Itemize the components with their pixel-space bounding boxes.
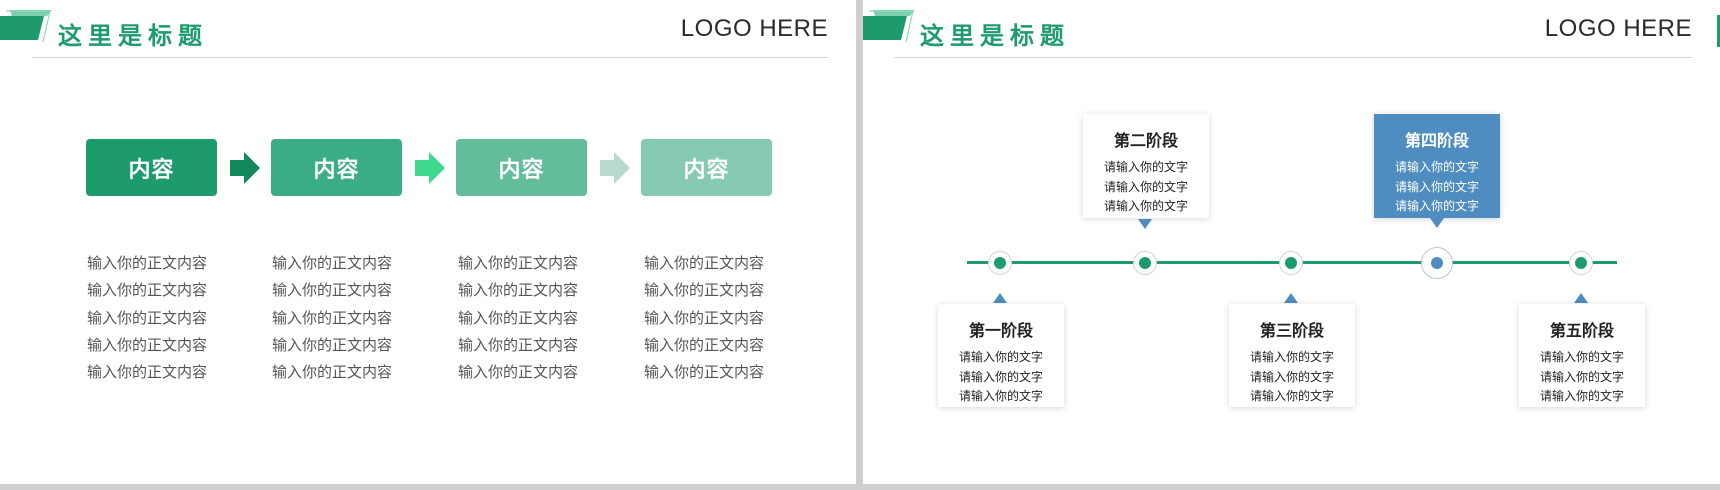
text-line: 输入你的正文内容: [272, 363, 393, 382]
step-text-4: 输入你的正文内容 输入你的正文内容 输入你的正文内容 输入你的正文内容 输入你的…: [644, 250, 784, 386]
step-text-1: 输入你的正文内容 输入你的正文内容 输入你的正文内容 输入你的正文内容 输入你的…: [87, 250, 227, 386]
stage-card-2: 第二阶段 请输入你的文字 请输入你的文字 请输入你的文字: [1083, 114, 1209, 218]
stage-line: 请输入你的文字: [1103, 179, 1188, 194]
slide-timeline: 这里是标题 LOGO HERE 第一阶段 请输入你的文字 请输入你的文字 请输入…: [863, 0, 1720, 484]
text-line: 输入你的正文内容: [87, 363, 208, 382]
text-line: 输入你的正文内容: [458, 363, 579, 382]
text-line: 输入你的正文内容: [458, 308, 579, 327]
slide-process: 这里是标题 LOGO HERE 内容 内容 内容 内容 输入你的正文内容 输入你…: [0, 0, 856, 484]
timeline-node-3: [1279, 251, 1303, 275]
page-title: 这里是标题: [58, 22, 208, 50]
stage-title: 第三阶段: [1259, 321, 1324, 340]
text-line: 输入你的正文内容: [458, 281, 579, 300]
step-text-3: 输入你的正文内容 输入你的正文内容 输入你的正文内容 输入你的正文内容 输入你的…: [458, 250, 598, 386]
step-box-3: 内容: [456, 139, 587, 196]
stage-card-1: 第一阶段 请输入你的文字 请输入你的文字 请输入你的文字: [938, 304, 1064, 407]
pointer-up-icon: [1574, 293, 1588, 303]
text-line: 输入你的正文内容: [644, 254, 765, 272]
step-box-4: 内容: [641, 139, 772, 196]
step-box-2: 内容: [271, 139, 402, 196]
arrow-right-icon: [230, 152, 260, 184]
stage-card-4: 第四阶段 请输入你的文字 请输入你的文字 请输入你的文字: [1374, 114, 1500, 218]
pointer-up-icon: [993, 293, 1007, 303]
pointer-up-icon: [1284, 293, 1298, 303]
stage-card-3: 第三阶段 请输入你的文字 请输入你的文字 请输入你的文字: [1229, 304, 1355, 407]
text-line: 输入你的正文内容: [272, 335, 393, 354]
header-divider: [32, 57, 828, 58]
stage-line: 请输入你的文字: [958, 350, 1043, 364]
step-text-2: 输入你的正文内容 输入你的正文内容 输入你的正文内容 输入你的正文内容 输入你的…: [272, 250, 412, 386]
text-line: 输入你的正文内容: [644, 281, 765, 300]
text-line: 输入你的正文内容: [272, 308, 393, 327]
timeline-node-1: [988, 251, 1012, 275]
text-line: 输入你的正文内容: [272, 254, 393, 272]
text-line: 输入你的正文内容: [644, 335, 765, 354]
stage-title: 第四阶段: [1404, 131, 1469, 150]
logo-text: LOGO HERE: [1544, 15, 1692, 42]
timeline-node-5: [1569, 251, 1593, 275]
pointer-down-icon: [1138, 219, 1152, 229]
stage-line: 请输入你的文字: [1103, 160, 1188, 174]
arrow-right-icon: [415, 152, 445, 184]
text-line: 输入你的正文内容: [458, 335, 579, 354]
text-line: 输入你的正文内容: [87, 335, 208, 354]
text-line: 输入你的正文内容: [272, 281, 393, 300]
stage-line: 请输入你的文字: [958, 389, 1043, 403]
page-title: 这里是标题: [920, 22, 1070, 50]
stage-line: 请输入你的文字: [1394, 199, 1479, 213]
stage-line: 请输入你的文字: [1394, 179, 1479, 194]
header-decoration-icon: [0, 10, 52, 43]
stage-title: 第一阶段: [968, 321, 1033, 340]
stage-title: 第五阶段: [1549, 321, 1614, 340]
text-line: 输入你的正文内容: [644, 308, 765, 327]
header-decoration-icon: [863, 10, 915, 43]
text-line: 输入你的正文内容: [87, 281, 208, 300]
timeline-node-2: [1133, 251, 1157, 275]
pointer-down-icon: [1430, 218, 1444, 228]
stage-line: 请输入你的文字: [1249, 369, 1334, 384]
stage-line: 请输入你的文字: [1249, 389, 1334, 403]
stage-line: 请输入你的文字: [958, 369, 1043, 384]
text-line: 输入你的正文内容: [644, 363, 765, 382]
step-box-1: 内容: [86, 139, 217, 196]
stage-title: 第二阶段: [1113, 131, 1178, 150]
stage-line: 请输入你的文字: [1249, 350, 1334, 364]
timeline-node-4: [1421, 247, 1453, 279]
stage-card-5: 第五阶段 请输入你的文字 请输入你的文字 请输入你的文字: [1519, 304, 1645, 407]
stage-line: 请输入你的文字: [1539, 369, 1624, 384]
stage-line: 请输入你的文字: [1394, 160, 1479, 174]
logo-text: LOGO HERE: [680, 15, 828, 42]
arrow-right-icon: [600, 152, 630, 184]
text-line: 输入你的正文内容: [87, 308, 208, 327]
text-line: 输入你的正文内容: [458, 254, 579, 272]
stage-line: 请输入你的文字: [1103, 199, 1188, 213]
text-line: 输入你的正文内容: [87, 254, 208, 272]
stage-line: 请输入你的文字: [1539, 389, 1624, 403]
header-divider: [894, 57, 1692, 58]
stage-line: 请输入你的文字: [1539, 350, 1624, 364]
